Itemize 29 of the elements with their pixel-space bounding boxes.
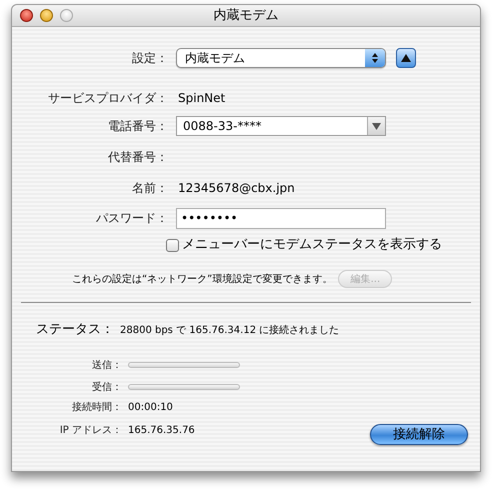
field-label: 名前： [131,180,168,197]
field-label: 受信： [91,380,122,394]
dropdown-icon [367,117,385,135]
password-field[interactable]: •••••••• [176,208,386,228]
field-label: IP アドレス： [58,424,122,438]
field-label: サービスプロバイダ： [47,90,168,107]
settings-dropdown[interactable]: 内蔵モデム [176,48,386,68]
stepper-icon [365,49,385,67]
field-label: 代替番号： [107,149,168,166]
field-label: 設定： [131,50,168,67]
field-label: パスワード： [95,210,168,227]
collapse-button[interactable] [396,48,416,68]
name-value: 12345678@cbx.jpn [178,180,295,197]
close-button[interactable] [20,9,33,22]
menu-bar-checkbox[interactable]: メニューバーにモデムステータスを表示する [166,235,442,255]
info-value: 00:00:10 [128,401,173,415]
up-triangle-icon [401,54,411,62]
provider-value: SpinNet [178,90,226,107]
field-label: 電話番号： [107,118,168,135]
field-label: 接続時間： [71,400,122,415]
phone-combo-field[interactable]: 0088-33-**** [176,116,386,136]
settings-note: これらの設定は“ネットワーク”環境設定で変更できます。 [72,272,332,286]
minimize-button[interactable] [40,9,53,22]
status-label: ステータス： [36,321,114,340]
field-label: 送信： [91,358,122,372]
info-value: 165.76.35.76 [128,424,195,438]
window-title: 内蔵モデム [214,6,278,25]
disconnect-button[interactable]: 接続解除 [370,424,468,445]
status-value: 28800 bps で 165.76.34.12 に接続されました [120,324,340,338]
